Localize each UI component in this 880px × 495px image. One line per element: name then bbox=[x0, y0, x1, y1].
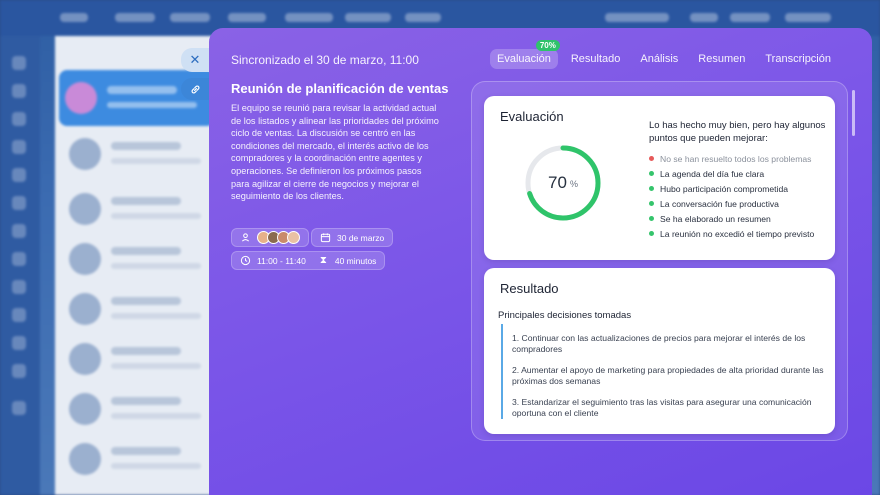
item-text: Se ha elaborado un resumen bbox=[660, 213, 771, 224]
status-dot-icon bbox=[649, 186, 654, 191]
meeting-description: El equipo se reunió para revisar la acti… bbox=[231, 103, 439, 202]
users-icon bbox=[241, 233, 250, 242]
score-badge: 70% bbox=[535, 40, 560, 51]
status-dot-icon bbox=[649, 171, 654, 176]
background-chat-list bbox=[55, 36, 215, 495]
tab-bar: Evaluación 70% Resultado Análisis Resume… bbox=[490, 40, 838, 69]
list-item: Se ha elaborado un resumen bbox=[649, 211, 814, 226]
list-item: Hubo participación comprometida bbox=[649, 181, 814, 196]
status-dot-icon bbox=[649, 201, 654, 206]
tab-resultado[interactable]: Resultado bbox=[564, 49, 628, 69]
date-chip: 30 de marzo bbox=[311, 228, 394, 247]
avatar bbox=[287, 231, 300, 244]
background-sidebar bbox=[0, 36, 40, 495]
item-text: La reunión no excedió el tiempo previsto bbox=[660, 228, 815, 239]
clock-icon bbox=[240, 255, 251, 266]
decision-item: 2. Aumentar el apoyo de marketing para p… bbox=[512, 364, 824, 387]
item-text: Hubo participación comprometida bbox=[660, 183, 789, 194]
status-dot-icon bbox=[649, 156, 654, 161]
cards-container: Evaluación 70 % Lo has hecho muy bien, p… bbox=[471, 81, 855, 441]
meeting-title: Reunión de planificación de ventas bbox=[231, 81, 449, 96]
calendar-icon bbox=[320, 233, 331, 243]
meeting-duration: 40 minutos bbox=[334, 255, 377, 266]
meeting-date: 30 de marzo bbox=[337, 232, 385, 243]
evaluation-heading: Evaluación bbox=[500, 109, 564, 124]
tab-evaluacion[interactable]: Evaluación 70% bbox=[490, 40, 560, 69]
tab-label: Transcripción bbox=[765, 53, 831, 65]
tab-label: Análisis bbox=[640, 53, 679, 65]
hourglass-icon: ⧗ bbox=[319, 255, 327, 266]
close-icon: ✕ bbox=[189, 52, 201, 67]
item-text: La conversación fue productiva bbox=[660, 198, 779, 209]
item-text: No se han resuelto todos los problemas bbox=[660, 153, 812, 164]
decisions-heading: Principales decisiones tomadas bbox=[498, 310, 632, 321]
close-panel-button[interactable]: ✕ bbox=[181, 48, 209, 72]
list-item: La reunión no excedió el tiempo previsto bbox=[649, 226, 814, 241]
evaluation-checklist: No se han resuelto todos los problemas L… bbox=[649, 151, 814, 241]
item-text: La agenda del día fue clara bbox=[660, 168, 765, 179]
scrollbar[interactable] bbox=[852, 90, 855, 136]
time-duration-chip: 11:00 - 11:40 ⧗ 40 minutos bbox=[231, 251, 386, 270]
result-heading: Resultado bbox=[500, 281, 559, 296]
meeting-panel: Sincronizado el 30 de marzo, 11:00 Evalu… bbox=[209, 28, 872, 495]
list-item: No se han resuelto todos los problemas bbox=[649, 151, 814, 166]
result-card: Resultado Principales decisiones tomadas… bbox=[484, 268, 835, 434]
tab-label: Evaluación bbox=[497, 53, 551, 65]
participants-chip[interactable] bbox=[231, 228, 309, 247]
tab-resumen[interactable]: Resumen bbox=[691, 49, 752, 69]
decision-item: 3. Estandarizar el seguimiento tras las … bbox=[512, 396, 812, 419]
list-item: La conversación fue productiva bbox=[649, 196, 814, 211]
evaluation-card: Evaluación 70 % Lo has hecho muy bien, p… bbox=[484, 96, 835, 260]
tab-label: Resumen bbox=[698, 53, 746, 65]
list-item: La agenda del día fue clara bbox=[649, 166, 814, 181]
score-display: 70 % bbox=[523, 143, 603, 223]
decision-item: 1. Continuar con las actualizaciones de … bbox=[512, 333, 806, 355]
link-icon bbox=[191, 85, 199, 93]
status-dot-icon bbox=[649, 231, 654, 236]
tab-label: Resultado bbox=[570, 53, 621, 65]
score-value: 70 bbox=[548, 173, 567, 192]
decisions-list: 1. Continuar con las actualizaciones de … bbox=[501, 324, 826, 420]
meeting-time: 11:00 - 11:40 bbox=[257, 255, 306, 266]
score-unit: % bbox=[569, 179, 578, 189]
status-dot-icon bbox=[649, 216, 654, 221]
tab-transcripcion[interactable]: Transcripción bbox=[758, 49, 838, 69]
sync-status: Sincronizado el 30 de marzo, 11:00 bbox=[231, 53, 419, 67]
tab-analisis[interactable]: Análisis bbox=[633, 49, 685, 69]
evaluation-intro: Lo has hecho muy bien, pero hay algunos … bbox=[649, 120, 826, 144]
participant-avatars bbox=[257, 231, 300, 244]
copy-link-button[interactable] bbox=[181, 78, 209, 100]
